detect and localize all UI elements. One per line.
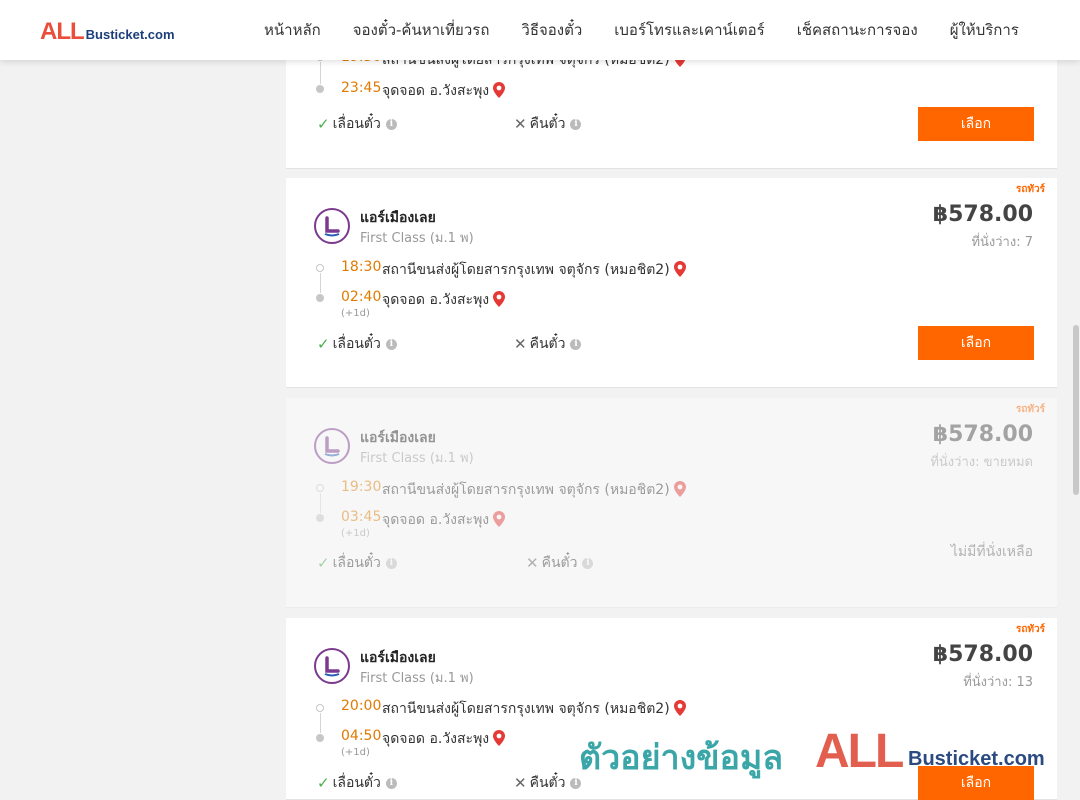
operator-logo	[314, 208, 350, 244]
seats-available: ที่นั่งว่าง: 7	[971, 235, 1033, 250]
trip-card: รถทัวร์ แอร์เมืองเลย First Class (ม.1 พ)…	[286, 178, 1057, 388]
refund-ticket-feature: ✕ คืนตั๋ว i	[526, 552, 594, 574]
arrive-place: จุดจอด อ.วังสะพุง	[382, 80, 506, 102]
map-pin-icon[interactable]	[493, 82, 506, 98]
depart-time: 20:00	[341, 698, 382, 714]
arrive-place: จุดจอด อ.วังสะพุง	[382, 509, 506, 531]
info-icon[interactable]: i	[385, 557, 397, 569]
depart-place: สถานีขนส่งผู้โดยสารกรุงเทพ จตุจักร (หมอช…	[382, 698, 686, 720]
nav-phone-counter[interactable]: เบอร์โทรและเคาน์เตอร์	[614, 18, 764, 42]
page-scrollbar-thumb[interactable]	[1073, 325, 1079, 495]
logo-domain-text: Busticket.com	[85, 27, 175, 42]
timeline-line	[320, 713, 321, 733]
next-day-indicator: (+1d)	[341, 308, 370, 319]
bus-class: First Class (ม.1 พ)	[360, 671, 474, 686]
map-pin-icon[interactable]	[493, 291, 506, 307]
nav-how-to-book[interactable]: วิธีจองตั๋ว	[521, 18, 582, 42]
main-nav: หน้าหลัก จองตั๋ว-ค้นหาเที่ยวรถ วิธีจองตั…	[248, 0, 1035, 60]
seats-available: ที่นั่งว่าง: ขายหมด	[930, 455, 1033, 470]
operator-name: แอร์เมืองเลย	[360, 210, 436, 226]
depart-place: สถานีขนส่งผู้โดยสารกรุงเทพ จตุจักร (หมอช…	[382, 479, 686, 501]
cross-icon: ✕	[514, 335, 527, 353]
sample-data-watermark: ตัวอย่างข้อมูล	[579, 738, 784, 778]
nav-book-search[interactable]: จองตั๋ว-ค้นหาเที่ยวรถ	[353, 18, 490, 42]
cross-icon: ✕	[514, 115, 527, 133]
map-pin-icon[interactable]	[493, 730, 506, 746]
info-icon[interactable]: i	[385, 118, 397, 130]
depart-dot	[316, 264, 324, 272]
bus-class: First Class (ม.1 พ)	[360, 231, 474, 246]
change-ticket-feature: ✓ เลื่อนตั๋ว i	[317, 333, 397, 355]
ticket-price: ฿578.00	[932, 642, 1033, 667]
nav-booking-status[interactable]: เช็คสถานะการจอง	[797, 18, 918, 42]
map-pin-icon[interactable]	[673, 261, 686, 277]
check-icon: ✓	[317, 774, 330, 792]
top-header: ALL Busticket.com หน้าหลัก จองตั๋ว-ค้นหา…	[0, 0, 1080, 60]
change-ticket-feature: ✓ เลื่อนตั๋ว i	[317, 772, 397, 794]
arrive-dot	[316, 514, 324, 522]
refund-ticket-feature: ✕ คืนตั๋ว i	[514, 772, 582, 794]
depart-place: สถานีขนส่งผู้โดยสารกรุงเทพ จตุจักร (หมอช…	[382, 259, 686, 281]
change-ticket-feature: ✓ เลื่อนตั๋ว i	[317, 113, 397, 135]
arrive-dot	[316, 734, 324, 742]
map-pin-icon[interactable]	[673, 700, 686, 716]
sold-out-label: ไม่มีที่นั่งเหลือ	[950, 544, 1033, 560]
operator-logo	[314, 648, 350, 684]
arrive-dot	[316, 294, 324, 302]
logo-all-text: ALL	[40, 18, 85, 45]
bus-class: First Class (ม.1 พ)	[360, 451, 474, 466]
arrive-place: จุดจอด อ.วังสะพุง	[382, 728, 506, 750]
refund-ticket-feature: ✕ คืนตั๋ว i	[514, 113, 582, 135]
check-icon: ✓	[317, 554, 330, 572]
next-day-indicator: (+1d)	[341, 747, 370, 758]
seats-available: ที่นั่งว่าง: 13	[963, 675, 1033, 690]
info-icon[interactable]: i	[385, 777, 397, 789]
change-ticket-feature: ✓ เลื่อนตั๋ว i	[317, 552, 397, 574]
watermark-logo-all: ALL	[815, 725, 904, 778]
depart-time: 19:30	[341, 479, 382, 495]
bus-type-badge: รถทัวร์	[1015, 184, 1045, 195]
info-icon[interactable]: i	[385, 338, 397, 350]
site-logo[interactable]: ALL Busticket.com	[40, 18, 175, 46]
bus-type-badge: รถทัวร์	[1015, 404, 1045, 415]
depart-time: 18:30	[341, 259, 382, 275]
refund-ticket-feature: ✕ คืนตั๋ว i	[514, 333, 582, 355]
ticket-price: ฿578.00	[932, 202, 1033, 227]
nav-home[interactable]: หน้าหลัก	[264, 18, 321, 42]
map-pin-icon[interactable]	[673, 481, 686, 497]
bus-type-badge: รถทัวร์	[1015, 624, 1045, 635]
cross-icon: ✕	[514, 774, 527, 792]
info-icon[interactable]: i	[570, 118, 582, 130]
select-button[interactable]: เลือก	[918, 326, 1034, 360]
info-icon[interactable]: i	[582, 557, 594, 569]
trip-card-sold-out: รถทัวร์ แอร์เมืองเลย First Class (ม.1 พ)…	[286, 398, 1057, 608]
operator-name: แอร์เมืองเลย	[360, 430, 436, 446]
cross-icon: ✕	[526, 554, 539, 572]
arrive-place: จุดจอด อ.วังสะพุง	[382, 289, 506, 311]
arrive-time: 03:45	[341, 509, 382, 525]
select-button[interactable]: เลือก	[918, 766, 1034, 800]
operator-name: แอร์เมืองเลย	[360, 650, 436, 666]
check-icon: ✓	[317, 115, 330, 133]
timeline-line	[320, 273, 321, 293]
timeline-line	[320, 62, 321, 84]
timeline-line	[320, 493, 321, 513]
arrive-time: 23:45	[341, 80, 382, 96]
watermark-logo-domain: Busticket.com	[908, 748, 1045, 770]
ticket-price: ฿578.00	[932, 422, 1033, 447]
map-pin-icon[interactable]	[493, 511, 506, 527]
check-icon: ✓	[317, 335, 330, 353]
arrive-dot	[316, 85, 324, 93]
depart-dot	[316, 704, 324, 712]
select-button[interactable]: เลือก	[918, 107, 1034, 141]
arrive-time: 02:40	[341, 289, 382, 305]
arrive-time: 04:50	[341, 728, 382, 744]
info-icon[interactable]: i	[570, 338, 582, 350]
next-day-indicator: (+1d)	[341, 528, 370, 539]
depart-dot	[316, 484, 324, 492]
operator-logo	[314, 428, 350, 464]
nav-operators[interactable]: ผู้ให้บริการ	[950, 18, 1019, 42]
